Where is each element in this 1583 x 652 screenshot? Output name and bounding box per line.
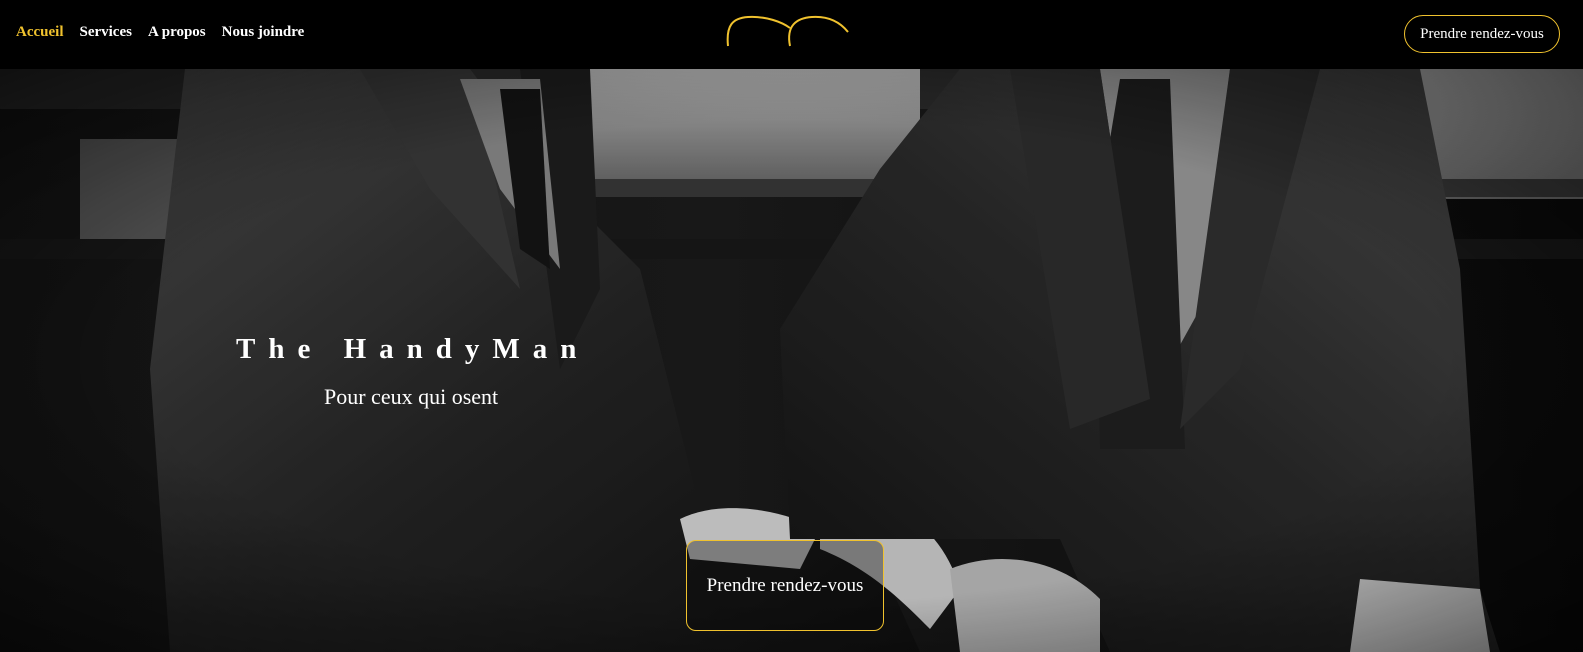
nav-link-accueil[interactable]: Accueil	[16, 24, 63, 41]
hero-appointment-button[interactable]: Prendre rendez-vous	[686, 540, 884, 631]
navbar: Accueil Services A propos Nous joindre P…	[0, 0, 1583, 69]
nav-link-a-propos[interactable]: A propos	[148, 24, 206, 41]
nav-appointment-button[interactable]: Prendre rendez-vous	[1404, 15, 1560, 53]
nav-links: Accueil Services A propos Nous joindre	[16, 24, 304, 41]
brand-logo[interactable]	[726, 12, 852, 52]
hero-title: The HandyMan	[236, 333, 590, 365]
nav-link-nous-joindre[interactable]: Nous joindre	[222, 24, 305, 41]
hero-subtitle: Pour ceux qui osent	[324, 384, 499, 409]
nav-link-services[interactable]: Services	[79, 24, 131, 41]
hero-section: The HandyMan Pour ceux qui osent Prendre…	[0, 69, 1583, 652]
